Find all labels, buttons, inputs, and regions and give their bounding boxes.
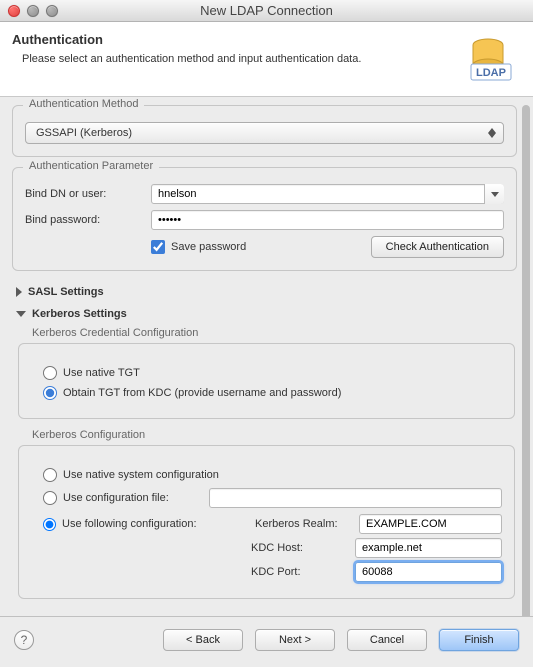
kerb-conf-group: Use native system configuration Use conf… (18, 445, 515, 599)
auth-method-select[interactable]: GSSAPI (Kerberos) (25, 122, 504, 144)
auth-method-legend: Authentication Method (23, 98, 144, 110)
svg-text:LDAP: LDAP (476, 67, 506, 79)
bind-pw-label: Bind password: (25, 214, 145, 226)
wizard-footer: ? < Back Next > Cancel Finish (0, 616, 533, 667)
back-button[interactable]: < Back (163, 629, 243, 651)
disclosure-down-icon (16, 311, 26, 317)
help-button[interactable]: ? (14, 630, 34, 650)
scrollbar[interactable] (522, 105, 530, 608)
zoom-window-button[interactable] (46, 5, 58, 17)
kerb-realm-input[interactable] (359, 514, 502, 534)
use-following-config-label: Use following configuration: (62, 518, 197, 530)
minimize-window-button[interactable] (27, 5, 39, 17)
kdc-port-input[interactable] (355, 562, 502, 582)
cancel-button[interactable]: Cancel (347, 629, 427, 651)
bind-dn-dropdown-button[interactable] (484, 184, 504, 204)
kerb-conf-legend: Kerberos Configuration (32, 429, 515, 441)
window-controls (8, 5, 58, 17)
wizard-header: Authentication Please select an authenti… (0, 22, 533, 97)
use-native-sys-label: Use native system configuration (63, 469, 219, 481)
kdc-host-label: KDC Host: (251, 542, 351, 554)
wizard-body: Authentication Method GSSAPI (Kerberos) … (0, 97, 533, 616)
use-config-file-label: Use configuration file: (63, 492, 203, 504)
titlebar: New LDAP Connection (0, 0, 533, 22)
scrollbar-thumb[interactable] (522, 105, 530, 616)
kerberos-settings-title: Kerberos Settings (32, 308, 127, 320)
use-config-file-radio[interactable] (43, 491, 57, 505)
save-password-label: Save password (171, 241, 246, 253)
obtain-tgt-radio[interactable]: Obtain TGT from KDC (provide username an… (43, 386, 502, 400)
obtain-tgt-label: Obtain TGT from KDC (provide username an… (63, 387, 341, 399)
finish-button[interactable]: Finish (439, 629, 519, 651)
use-native-tgt-label: Use native TGT (63, 367, 140, 379)
use-following-config-radio[interactable] (43, 518, 56, 531)
next-button[interactable]: Next > (255, 629, 335, 651)
auth-method-value: GSSAPI (Kerberos) (36, 127, 132, 139)
select-arrows-icon (485, 125, 499, 141)
sasl-settings-title: SASL Settings (28, 286, 104, 298)
ldap-icon: LDAP (463, 32, 513, 82)
use-native-sys-radio[interactable]: Use native system configuration (43, 468, 502, 482)
sasl-settings-toggle[interactable]: SASL Settings (12, 281, 517, 303)
kdc-host-input[interactable] (355, 538, 502, 558)
page-title: Authentication (12, 32, 361, 47)
page-subtitle: Please select an authentication method a… (12, 53, 361, 65)
auth-method-group: Authentication Method GSSAPI (Kerberos) (12, 105, 517, 157)
kerb-cred-group: Use native TGT Obtain TGT from KDC (prov… (18, 343, 515, 419)
auth-param-group: Authentication Parameter Bind DN or user… (12, 167, 517, 271)
kerberos-settings-toggle[interactable]: Kerberos Settings (12, 303, 517, 325)
auth-param-legend: Authentication Parameter (23, 160, 159, 172)
disclosure-right-icon (16, 287, 22, 297)
use-native-tgt-radio[interactable]: Use native TGT (43, 366, 502, 380)
bind-dn-label: Bind DN or user: (25, 188, 145, 200)
config-file-path-input[interactable] (209, 488, 502, 508)
bind-dn-input[interactable] (151, 184, 504, 204)
close-window-button[interactable] (8, 5, 20, 17)
chevron-down-icon (491, 192, 499, 197)
kdc-port-label: KDC Port: (251, 566, 351, 578)
check-authentication-button[interactable]: Check Authentication (371, 236, 504, 258)
kerb-cred-legend: Kerberos Credential Configuration (32, 327, 515, 339)
save-password-checkbox[interactable]: Save password (151, 240, 246, 254)
bind-pw-input[interactable] (151, 210, 504, 230)
window-title: New LDAP Connection (0, 3, 533, 18)
kerb-realm-label: Kerberos Realm: (255, 518, 355, 530)
